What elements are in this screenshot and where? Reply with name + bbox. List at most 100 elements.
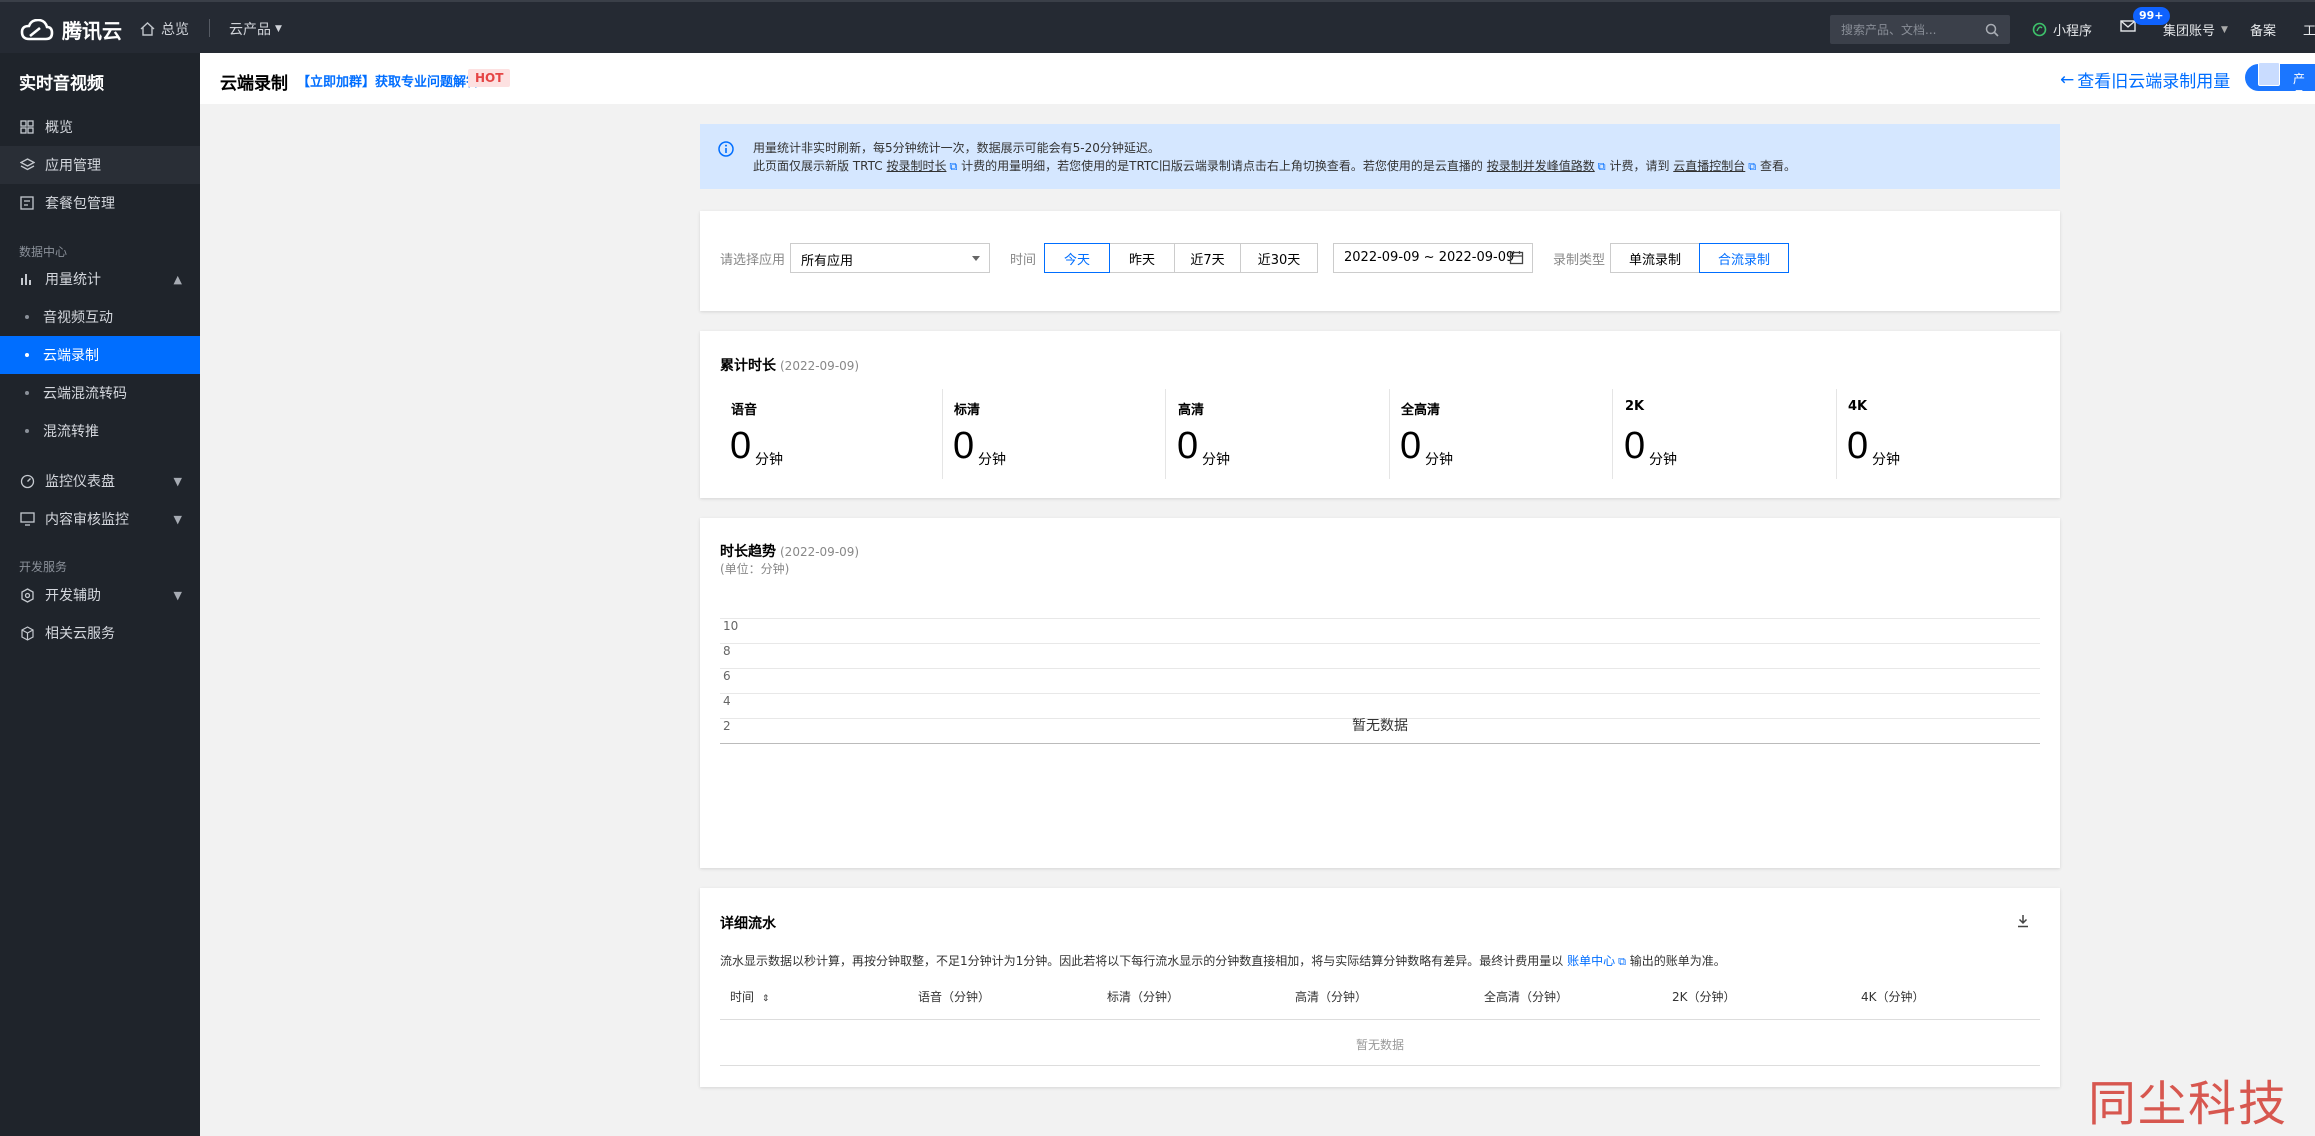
page-title: 云端录制	[220, 74, 288, 94]
stat-value: 0	[1400, 425, 1422, 467]
stat-value: 0	[730, 425, 752, 467]
sidebar-item-package-management[interactable]: 套餐包管理	[0, 184, 200, 222]
time-today-button[interactable]: 今天	[1044, 243, 1110, 273]
notice-line-1: 用量统计非实时刷新，每5分钟统计一次，数据展示可能会有5-20分钟延迟。	[753, 141, 1160, 155]
time-yesterday-button[interactable]: 昨天	[1109, 243, 1175, 273]
download-icon[interactable]	[2016, 914, 2030, 928]
stat-unit: 分钟	[978, 452, 1006, 468]
live-console-link[interactable]: 云直播控制台	[1673, 159, 1745, 173]
beian-label: 备案	[2250, 24, 2277, 39]
app-select[interactable]: 所有应用	[790, 243, 990, 273]
join-group-link[interactable]: 【立即加群】获取专业问题解答	[297, 71, 479, 90]
info-notice: 用量统计非实时刷新，每5分钟统计一次，数据展示可能会有5-20分钟延迟。 此页面…	[700, 124, 2060, 189]
package-icon	[19, 195, 35, 211]
mail-icon	[2120, 20, 2136, 32]
nav-home[interactable]: 总览	[140, 19, 189, 39]
nav-products-menu[interactable]: 云产品 ▼	[229, 19, 282, 39]
view-old-label: 查看旧云端录制用量	[2077, 72, 2231, 92]
column-header-time[interactable]: 时间 ⇕	[730, 988, 769, 1005]
sidebar-title: 实时音视频	[19, 74, 104, 94]
billing-by-peak-link[interactable]: 按录制并发峰值路数	[1487, 159, 1595, 173]
product-feedback-pill[interactable]: 产品	[2245, 64, 2315, 103]
beian-link[interactable]: 备案	[2250, 20, 2276, 39]
record-type-group: 单流录制 合流录制	[1610, 243, 1789, 273]
mini-program-link[interactable]: 小程序	[2032, 20, 2092, 39]
chevron-down-icon: ▼	[2221, 24, 2228, 35]
trend-unit-note: (单位：分钟)	[720, 562, 790, 576]
mini-program-icon	[2032, 22, 2047, 37]
notice-text: 计费的用量明细，若您使用的是TRTC旧版云端录制请点击右上角切换查看。若您使用的…	[957, 159, 1487, 173]
gear-icon	[19, 587, 35, 603]
date-range-picker[interactable]: 2022-09-09 ~ 2022-09-09	[1333, 243, 1533, 273]
external-link-icon: ⧉	[1748, 160, 1757, 173]
bullet-dot	[25, 429, 29, 433]
app-filter-label: 请选择应用	[720, 253, 786, 268]
gauge-icon	[19, 473, 35, 489]
stat-label: 标清	[954, 403, 981, 418]
column-header-sd: 标清（分钟）	[1107, 990, 1180, 1004]
account-menu[interactable]: 集团账号 ▼	[2163, 20, 2228, 39]
sort-icon[interactable]: ⇕	[762, 994, 770, 1004]
stat-card-4k: 4K 0 分钟	[1837, 389, 2060, 479]
sidebar-subitem-cloud-recording[interactable]: 云端录制	[0, 336, 200, 374]
messages-button[interactable]	[2120, 20, 2136, 32]
stat-unit: 分钟	[755, 452, 783, 468]
sidebar-item-app-management[interactable]: 应用管理	[0, 146, 200, 184]
trend-date: (2022-09-09)	[780, 545, 860, 559]
time-30days-button[interactable]: 近30天	[1240, 243, 1318, 273]
column-header-4k: 4K（分钟）	[1861, 990, 1925, 1004]
stat-card-fhd: 全高清 0 分钟	[1390, 389, 1613, 479]
sidebar-item-monitor-dashboard[interactable]: 监控仪表盘 ▼	[0, 462, 200, 500]
stat-label: 2K	[1625, 399, 1645, 414]
billing-center-link[interactable]: 账单中心	[1567, 954, 1615, 968]
bar-chart-icon	[19, 271, 35, 287]
billing-by-duration-link[interactable]: 按录制时长	[886, 159, 946, 173]
tools-link[interactable]: 工	[2303, 20, 2315, 39]
y-tick-label: 6	[723, 669, 731, 683]
chart-x-axis	[720, 743, 2040, 744]
sidebar-item-label: 内容审核监控	[45, 512, 129, 528]
stat-unit: 分钟	[1425, 452, 1453, 468]
filter-panel: 请选择应用 所有应用 时间 今天 昨天 近7天 近30天 2022-09-09 …	[700, 211, 2060, 311]
chevron-down-icon: ▼	[275, 24, 282, 34]
sidebar-item-usage-stats[interactable]: 用量统计 ▲	[0, 260, 200, 298]
nav-home-label: 总览	[161, 22, 189, 38]
global-search-input[interactable]: 搜索产品、文档...	[1830, 15, 2010, 44]
sidebar-subitem-av-interaction[interactable]: 音视频互动	[0, 298, 200, 336]
sidebar-subitem-cloud-mix-transcode[interactable]: 云端混流转码	[0, 374, 200, 412]
sidebar-group-dev-services: 开发服务	[19, 560, 68, 574]
stat-unit: 分钟	[1202, 452, 1230, 468]
sidebar-group-data-center: 数据中心	[19, 245, 68, 259]
record-type-label: 录制类型	[1553, 253, 1606, 268]
table-empty-state: 暂无数据	[1355, 1038, 1404, 1052]
stat-card-2k: 2K 0 分钟	[1614, 389, 1837, 479]
stat-card-hd: 高清 0 分钟	[1167, 389, 1390, 479]
column-header-label: 时间	[730, 990, 755, 1004]
tencent-cloud-logo[interactable]: 腾讯云	[20, 15, 122, 44]
stat-value: 0	[1177, 425, 1199, 467]
stat-value: 0	[1624, 425, 1646, 467]
sidebar-subitem-label: 云端混流转码	[43, 386, 127, 402]
view-old-recording-usage-link[interactable]: ← 查看旧云端录制用量	[2060, 67, 2231, 93]
calendar-icon	[1509, 251, 1524, 265]
time-7days-button[interactable]: 近7天	[1174, 243, 1241, 273]
table-header-divider	[720, 1019, 2040, 1020]
caret-down-icon	[972, 256, 980, 261]
sidebar-item-related-services[interactable]: 相关云服务	[0, 614, 200, 652]
cloud-logo-icon	[20, 18, 54, 40]
sidebar-subitem-mix-relay[interactable]: 混流转推	[0, 412, 200, 450]
single-stream-button[interactable]: 单流录制	[1610, 243, 1700, 273]
search-icon[interactable]	[1985, 23, 1999, 37]
nav-products-label: 云产品	[229, 22, 271, 38]
document-icon	[2258, 62, 2280, 86]
logo-text: 腾讯云	[62, 19, 122, 43]
sidebar-item-label: 监控仪表盘	[45, 474, 115, 490]
notice-text: 查看。	[1756, 159, 1796, 173]
sidebar-item-dev-assist[interactable]: 开发辅助 ▼	[0, 576, 200, 614]
detail-description: 流水显示数据以秒计算，再按分钟取整，不足1分钟计为1分钟。因此若将以下每行流水显…	[720, 952, 1726, 969]
sidebar-item-overview[interactable]: 概览	[0, 108, 200, 146]
chart-gridline	[720, 693, 2040, 694]
stat-value: 0	[1847, 425, 1869, 467]
mixed-stream-button[interactable]: 合流录制	[1699, 243, 1789, 273]
sidebar-item-content-audit[interactable]: 内容审核监控 ▼	[0, 500, 200, 538]
